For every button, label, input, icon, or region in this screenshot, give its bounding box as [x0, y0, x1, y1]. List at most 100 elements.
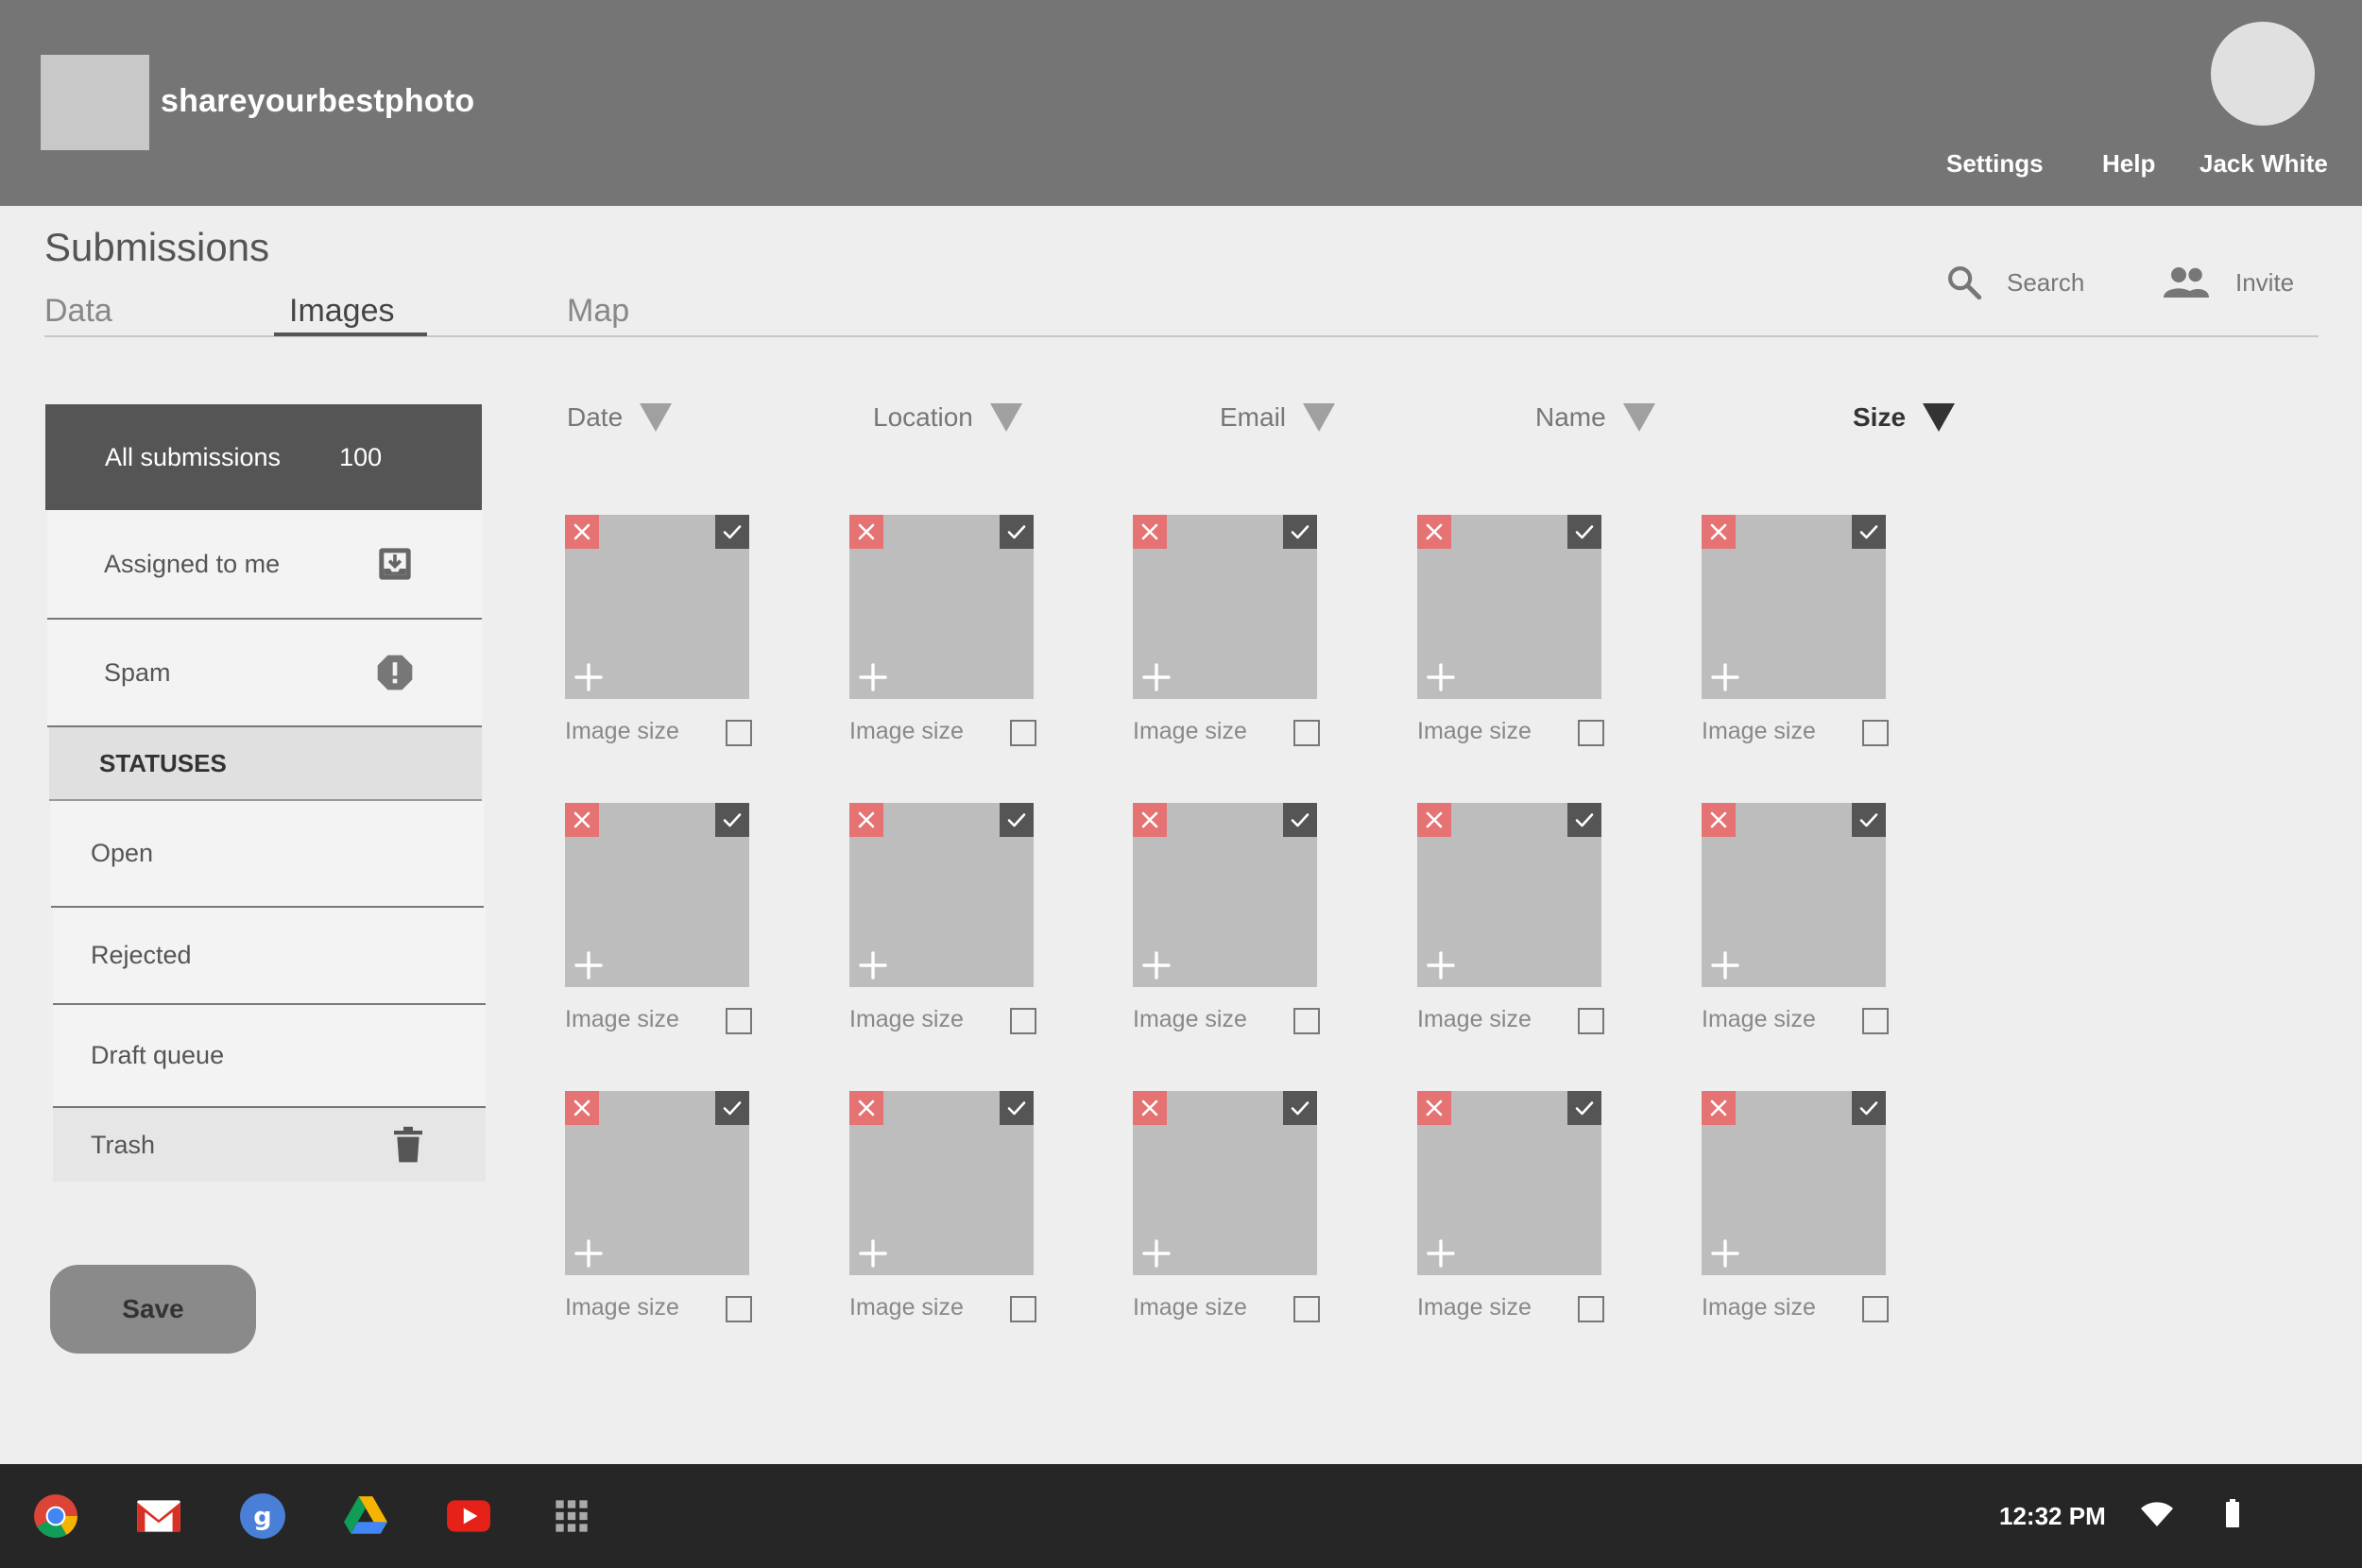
sidebar-item-trash[interactable]: Trash	[53, 1108, 486, 1182]
plus-icon[interactable]	[859, 663, 887, 691]
approve-button[interactable]	[715, 1091, 749, 1125]
plus-icon[interactable]	[859, 951, 887, 980]
reject-button[interactable]	[1133, 1091, 1167, 1125]
reject-button[interactable]	[1702, 515, 1736, 549]
image-thumbnail[interactable]	[849, 803, 1034, 987]
reject-button[interactable]	[1417, 1091, 1451, 1125]
image-thumbnail[interactable]	[565, 803, 749, 987]
sidebar-item-assigned[interactable]: Assigned to me	[47, 510, 482, 620]
plus-icon[interactable]	[859, 1239, 887, 1268]
image-thumbnail[interactable]	[849, 515, 1034, 699]
plus-icon[interactable]	[1711, 1239, 1739, 1268]
reject-button[interactable]	[1417, 803, 1451, 837]
sidebar-item-draft-queue[interactable]: Draft queue	[53, 1005, 486, 1108]
approve-button[interactable]	[1283, 803, 1317, 837]
reject-button[interactable]	[1702, 1091, 1736, 1125]
help-link[interactable]: Help	[2102, 149, 2155, 179]
filter-date[interactable]: Date	[567, 402, 673, 433]
sidebar-item-all-submissions[interactable]: All submissions 100	[45, 404, 482, 510]
plus-icon[interactable]	[1427, 663, 1455, 691]
plus-icon[interactable]	[574, 1239, 603, 1268]
sidebar-item-spam[interactable]: Spam	[47, 620, 482, 727]
filter-size[interactable]: Size	[1853, 402, 1956, 433]
sidebar-item-open[interactable]: Open	[51, 801, 484, 908]
youtube-icon[interactable]	[445, 1492, 492, 1540]
plus-icon[interactable]	[1427, 951, 1455, 980]
approve-button[interactable]	[1283, 515, 1317, 549]
approve-button[interactable]	[715, 515, 749, 549]
tab-map[interactable]: Map	[567, 293, 629, 330]
image-select-checkbox[interactable]	[1293, 1008, 1320, 1034]
reject-button[interactable]	[565, 803, 599, 837]
approve-button[interactable]	[1000, 1091, 1034, 1125]
approve-button[interactable]	[1283, 1091, 1317, 1125]
save-button[interactable]: Save	[50, 1265, 256, 1354]
reject-button[interactable]	[565, 515, 599, 549]
apps-launcher-icon[interactable]	[548, 1492, 595, 1540]
image-select-checkbox[interactable]	[1578, 1008, 1604, 1034]
image-select-checkbox[interactable]	[1010, 1296, 1036, 1322]
image-thumbnail[interactable]	[565, 1091, 749, 1275]
approve-button[interactable]	[715, 803, 749, 837]
battery-icon[interactable]	[2225, 1499, 2240, 1527]
approve-button[interactable]	[1000, 803, 1034, 837]
tab-images[interactable]: Images	[289, 293, 395, 330]
image-select-checkbox[interactable]	[1010, 1008, 1036, 1034]
image-thumbnail[interactable]	[1702, 1091, 1886, 1275]
reject-button[interactable]	[565, 1091, 599, 1125]
image-select-checkbox[interactable]	[1578, 720, 1604, 746]
plus-icon[interactable]	[1142, 663, 1171, 691]
plus-icon[interactable]	[1711, 663, 1739, 691]
image-select-checkbox[interactable]	[1862, 1296, 1889, 1322]
user-avatar[interactable]	[2211, 22, 2315, 126]
image-select-checkbox[interactable]	[1578, 1296, 1604, 1322]
settings-link[interactable]: Settings	[1946, 149, 2044, 179]
search-control[interactable]: Search	[1944, 261, 2084, 304]
approve-button[interactable]	[1852, 803, 1886, 837]
reject-button[interactable]	[1417, 515, 1451, 549]
approve-button[interactable]	[1567, 1091, 1601, 1125]
image-thumbnail[interactable]	[1417, 803, 1601, 987]
image-select-checkbox[interactable]	[1293, 720, 1320, 746]
approve-button[interactable]	[1567, 515, 1601, 549]
filter-name[interactable]: Name	[1535, 402, 1655, 433]
reject-button[interactable]	[849, 515, 883, 549]
user-name-link[interactable]: Jack White	[2199, 149, 2328, 179]
image-select-checkbox[interactable]	[726, 720, 752, 746]
image-select-checkbox[interactable]	[1862, 1008, 1889, 1034]
reject-button[interactable]	[849, 803, 883, 837]
image-thumbnail[interactable]	[849, 1091, 1034, 1275]
image-select-checkbox[interactable]	[1862, 720, 1889, 746]
filter-email[interactable]: Email	[1220, 402, 1336, 433]
image-select-checkbox[interactable]	[726, 1296, 752, 1322]
image-select-checkbox[interactable]	[1293, 1296, 1320, 1322]
image-thumbnail[interactable]	[1417, 1091, 1601, 1275]
clock[interactable]: 12:32 PM	[1999, 1502, 2106, 1531]
approve-button[interactable]	[1000, 515, 1034, 549]
image-thumbnail[interactable]	[1702, 803, 1886, 987]
sidebar-item-rejected[interactable]: Rejected	[53, 908, 486, 1005]
gmail-icon[interactable]	[135, 1492, 182, 1540]
approve-button[interactable]	[1567, 803, 1601, 837]
logo-placeholder[interactable]	[41, 55, 149, 150]
reject-button[interactable]	[1702, 803, 1736, 837]
plus-icon[interactable]	[1142, 1239, 1171, 1268]
image-select-checkbox[interactable]	[726, 1008, 752, 1034]
google-plus-icon[interactable]: g	[239, 1492, 286, 1540]
wifi-icon[interactable]	[2141, 1500, 2173, 1528]
image-select-checkbox[interactable]	[1010, 720, 1036, 746]
chrome-icon[interactable]	[32, 1492, 79, 1540]
image-thumbnail[interactable]	[1133, 515, 1317, 699]
reject-button[interactable]	[1133, 515, 1167, 549]
invite-control[interactable]: Invite	[2164, 261, 2294, 304]
plus-icon[interactable]	[574, 663, 603, 691]
image-thumbnail[interactable]	[1702, 515, 1886, 699]
image-thumbnail[interactable]	[1417, 515, 1601, 699]
tab-data[interactable]: Data	[44, 293, 112, 330]
site-name[interactable]: shareyourbestphoto	[161, 83, 474, 120]
plus-icon[interactable]	[1427, 1239, 1455, 1268]
reject-button[interactable]	[849, 1091, 883, 1125]
image-thumbnail[interactable]	[1133, 1091, 1317, 1275]
image-thumbnail[interactable]	[565, 515, 749, 699]
approve-button[interactable]	[1852, 515, 1886, 549]
